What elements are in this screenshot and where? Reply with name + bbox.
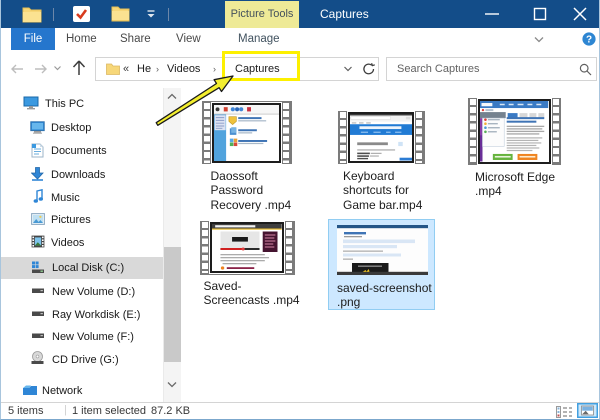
svg-text:?: ? (586, 34, 592, 45)
